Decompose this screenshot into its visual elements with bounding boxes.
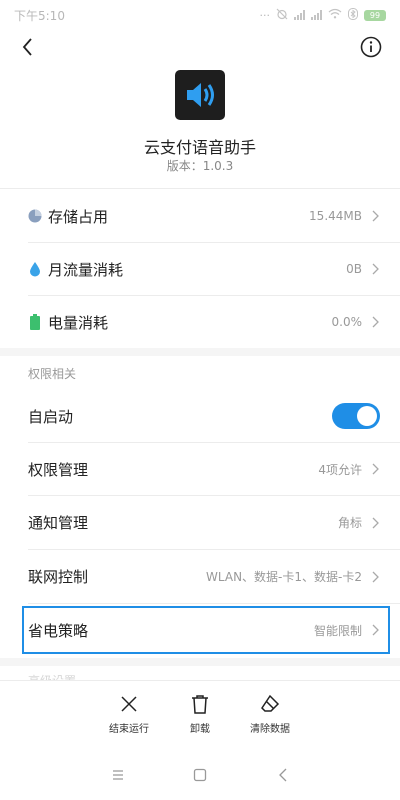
alarm-off-icon [276,8,288,23]
divider [0,188,400,189]
permission-management-row[interactable]: 权限管理 4项允许 [0,443,400,495]
network-control-label: 联网控制 [28,568,89,586]
info-icon [360,36,382,58]
network-control-value: WLAN、数据-卡1、数据-卡2 [206,570,362,584]
storage-value: 15.44MB [309,209,362,223]
battery-usage-row[interactable]: 电量消耗 0.0% [0,296,400,348]
chevron-right-icon [372,571,379,582]
signal-icon [294,10,305,20]
uninstall-label: 卸载 [190,724,210,735]
info-button[interactable] [359,35,383,59]
power-saving-value: 智能限制 [313,623,362,638]
data-usage-value: 0B [346,262,362,276]
section-gap [0,658,400,666]
app-version: 版本：1.0.3 [166,159,234,173]
header [0,30,400,66]
permission-management-value: 4项允许 [318,462,362,477]
force-stop-button[interactable]: 结束运行 [94,693,164,735]
chevron-right-icon [372,316,379,328]
eraser-icon [261,694,280,712]
chevron-right-icon [372,210,379,222]
permissions-section-title: 权限相关 [28,367,77,381]
force-stop-label: 结束运行 [109,724,149,735]
status-icons: ··· 99 [259,7,386,23]
menu-icon[interactable] [110,767,126,783]
battery-icon [28,314,42,330]
trash-icon [192,695,208,714]
power-saving-label: 省电策略 [28,621,89,640]
back-button[interactable] [16,34,42,60]
close-icon [121,696,137,712]
chevron-right-icon [372,624,379,636]
permission-management-label: 权限管理 [28,460,89,479]
notification-management-label: 通知管理 [28,514,89,532]
signal-icon-2 [311,10,322,20]
wifi-icon [328,8,342,22]
clear-data-label: 清除数据 [250,724,290,735]
battery-usage-label: 电量消耗 [48,313,109,332]
water-drop-icon [28,261,42,277]
action-bar: 结束运行 卸载 清除数据 [0,680,400,740]
notification-management-row[interactable]: 通知管理 角标 [0,496,400,549]
back-arrow-icon [22,38,32,56]
section-gap [0,348,400,356]
status-time: 下午5:10 [14,8,65,23]
back-nav-icon[interactable] [276,767,292,783]
pie-chart-icon [28,208,42,224]
battery-indicator: 99 [364,9,386,21]
chevron-right-icon [372,463,379,475]
uninstall-button[interactable]: 卸载 [165,693,235,735]
clear-data-button[interactable]: 清除数据 [235,693,305,735]
storage-label: 存储占用 [48,207,109,226]
app-info-screen: 下午5:10 ··· 99 云支付语音助手 版本：1.0.3 存储占用 15.4… [0,0,400,800]
speaker-icon [187,83,214,107]
battery-usage-value: 0.0% [331,315,363,329]
home-icon[interactable] [192,767,208,783]
bluetooth-icon [348,7,358,23]
notification-management-value: 角标 [337,516,362,530]
chevron-right-icon [372,263,379,275]
autostart-row: 自启动 [0,390,400,442]
data-usage-row[interactable]: 月流量消耗 0B [0,243,400,295]
autostart-toggle[interactable] [332,403,380,429]
storage-row[interactable]: 存储占用 15.44MB [0,190,400,242]
autostart-label: 自启动 [28,407,74,426]
app-icon [175,70,225,120]
status-bar: 下午5:10 ··· 99 [0,0,400,30]
data-usage-label: 月流量消耗 [48,260,124,279]
navigation-bar [0,750,400,800]
network-control-row[interactable]: 联网控制 WLAN、数据-卡1、数据-卡2 [0,550,400,603]
app-name: 云支付语音助手 [143,138,256,157]
dots-icon: ··· [259,8,271,22]
chevron-right-icon [372,517,379,528]
power-saving-row[interactable]: 省电策略 智能限制 [0,604,400,656]
